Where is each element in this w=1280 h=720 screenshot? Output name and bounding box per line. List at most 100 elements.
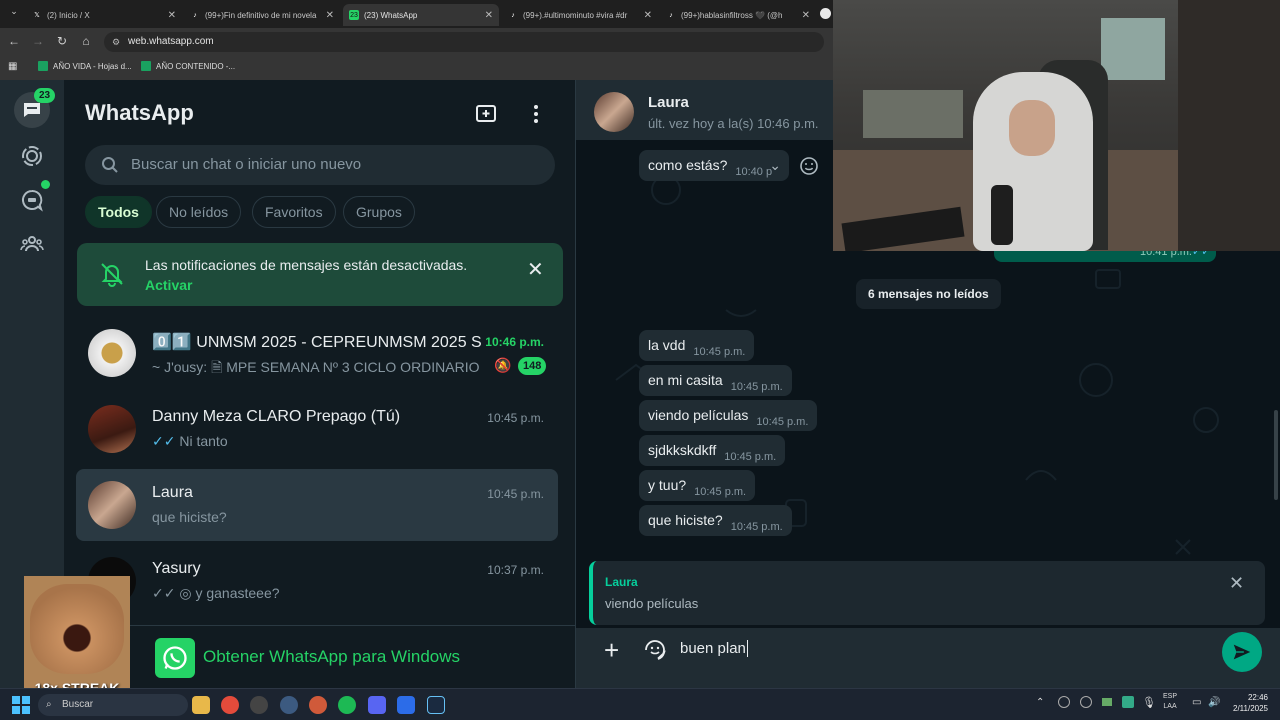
- menu-button[interactable]: [526, 102, 546, 126]
- message-bubble[interactable]: sjdkkskdkff 10:45 p.m.: [639, 435, 786, 466]
- network-icon[interactable]: ▭: [1192, 697, 1201, 708]
- x-icon: 𝕏: [34, 12, 40, 19]
- unread-count-badge: 148: [518, 357, 547, 375]
- tab-tiktok-3[interactable]: ♪ (99+)hablasinfiltross 🖤 (@h ✕: [660, 4, 816, 26]
- close-tab-icon[interactable]: ✕: [168, 10, 176, 21]
- chat-item-danny[interactable]: Danny Meza CLARO Prepago (Tú) 10:45 p.m.…: [76, 393, 558, 465]
- volume-icon[interactable]: 🔊: [1208, 697, 1220, 708]
- chevron-down-icon[interactable]: ⌄: [769, 150, 781, 181]
- reply-preview: Laura viendo películas ✕: [589, 561, 1265, 625]
- chat-time: 10:46 p.m.: [485, 335, 544, 349]
- tab-tiktok-1[interactable]: ♪ (99+)Fin definitivo de mi novela ✕: [184, 4, 340, 26]
- back-icon[interactable]: ←: [6, 34, 22, 48]
- filter-favorites[interactable]: Favoritos: [252, 196, 336, 228]
- tray-app-icon[interactable]: [1058, 696, 1070, 708]
- filter-all[interactable]: Todos: [85, 196, 152, 228]
- tray-app-icon[interactable]: [1102, 698, 1112, 706]
- kebab-menu-icon: [534, 105, 538, 123]
- search-input[interactable]: Buscar un chat o iniciar uno nuevo: [85, 145, 555, 185]
- microphone: [991, 185, 1013, 245]
- filter-groups[interactable]: Grupos: [343, 196, 415, 228]
- home-icon[interactable]: ⌂: [78, 34, 94, 48]
- chat-list-panel: WhatsApp Buscar un chat o iniciar uno nu…: [64, 80, 576, 688]
- chrome-icon[interactable]: [820, 8, 831, 19]
- chrome-profile-icon[interactable]: [280, 696, 298, 714]
- double-check-icon: ✓✓: [152, 585, 176, 601]
- react-button[interactable]: [798, 155, 820, 177]
- spotify-icon[interactable]: [338, 696, 356, 714]
- whatsapp-tab-icon: 23: [349, 10, 359, 20]
- chat-name: Danny Meza CLARO Prepago (Tú): [152, 408, 401, 425]
- bookmark-1[interactable]: AÑO VIDA - Hojas d...: [38, 61, 132, 71]
- file-explorer-icon[interactable]: [192, 696, 210, 714]
- new-chat-button[interactable]: [474, 102, 498, 126]
- bookmark-2[interactable]: AÑO CONTENIDO -...: [141, 61, 235, 71]
- url-field[interactable]: ⚙ web.whatsapp.com: [104, 32, 824, 52]
- steam-icon[interactable]: [427, 696, 445, 714]
- close-tab-icon[interactable]: ✕: [644, 10, 652, 21]
- message-input[interactable]: buen plan: [680, 640, 748, 657]
- close-tab-icon[interactable]: ✕: [326, 10, 334, 21]
- message-bubble[interactable]: la vdd 10:45 p.m.: [639, 330, 755, 361]
- tab-x[interactable]: 𝕏 (2) Inicio / X ✕: [26, 4, 182, 26]
- chat-item-yasury[interactable]: Yasury 10:37 p.m. ✓✓ ◎ y ganasteee?: [76, 545, 558, 617]
- message-bubble[interactable]: en mi casita 10:45 p.m.: [639, 365, 792, 396]
- get-app-banner[interactable]: Obtener WhatsApp para Windows: [64, 625, 575, 688]
- message-bubble[interactable]: como estás? 10:40 p ⌄: [639, 150, 789, 181]
- chat-item-laura[interactable]: Laura 10:45 p.m. que hiciste?: [76, 469, 558, 541]
- contact-name: Laura: [648, 94, 689, 111]
- contact-avatar[interactable]: [594, 92, 634, 132]
- reload-icon[interactable]: ↻: [54, 34, 70, 48]
- message-bubble[interactable]: y tuu? 10:45 p.m.: [639, 470, 756, 501]
- chat-time: 10:45 p.m.: [487, 411, 544, 425]
- enable-notifications-link[interactable]: Activar: [145, 277, 192, 293]
- chat-time: 10:45 p.m.: [487, 487, 544, 501]
- microphone-tray-icon[interactable]: 🎙: [1142, 696, 1156, 709]
- streak-overlay: 18x STREAK: [24, 576, 130, 700]
- close-banner-icon[interactable]: ✕: [527, 257, 544, 282]
- chat-preview: ✓✓ ◎ y ganasteee?: [152, 585, 280, 601]
- chat-preview: ✓✓ Ni tanto: [152, 433, 228, 449]
- app-title: WhatsApp: [85, 100, 194, 125]
- chat-item-unmsm[interactable]: 0️⃣1️⃣ UNMSM 2025 - CEPREUNMSM 2025 S...…: [76, 317, 558, 389]
- communities-nav-button[interactable]: [14, 226, 50, 262]
- sheets-icon: [38, 61, 48, 71]
- site-info-icon[interactable]: ⚙: [112, 32, 120, 52]
- forward-icon[interactable]: →: [30, 34, 46, 48]
- filter-unread[interactable]: No leídos: [156, 196, 242, 228]
- communities-icon: [20, 236, 44, 252]
- attach-plus-icon[interactable]: +: [604, 637, 619, 663]
- sheets-icon: [141, 61, 151, 71]
- discord-icon[interactable]: [368, 696, 386, 714]
- input-language[interactable]: ESP LAA: [1163, 692, 1177, 712]
- windows-taskbar: ⌕ Buscar ⌃ 🎙 ESP LAA ▭ 🔊 22:46 2/11/2025: [0, 688, 1280, 720]
- chrome-taskbar-icon[interactable]: [221, 696, 239, 714]
- sticker-button[interactable]: [643, 638, 667, 662]
- notepad-icon[interactable]: [397, 696, 415, 714]
- tiktok-icon: ♪: [193, 11, 197, 19]
- laughing-face: [30, 584, 124, 674]
- message-bubble[interactable]: que hiciste? 10:45 p.m.: [639, 505, 792, 536]
- status-nav-button[interactable]: [14, 138, 50, 174]
- close-tab-icon[interactable]: ✕: [802, 10, 810, 21]
- reply-text: viendo películas: [605, 596, 699, 611]
- apps-grid-icon[interactable]: ▦: [8, 61, 17, 72]
- scrollbar-thumb[interactable]: [1274, 410, 1278, 500]
- tab-whatsapp[interactable]: 23 (23) WhatsApp ✕: [343, 4, 499, 26]
- chrome-profile-2-icon[interactable]: [309, 696, 327, 714]
- obs-icon[interactable]: [250, 696, 268, 714]
- unread-messages-divider: 6 mensajes no leídos: [856, 279, 1001, 309]
- clock[interactable]: 22:46 2/11/2025: [1228, 692, 1268, 714]
- tray-chevron-icon[interactable]: ⌃: [1036, 697, 1044, 708]
- tray-app-icon[interactable]: [1080, 696, 1092, 708]
- unread-chats-badge: 23: [34, 88, 56, 103]
- taskbar-search[interactable]: ⌕ Buscar: [38, 694, 188, 716]
- tray-app-icon[interactable]: [1122, 696, 1134, 708]
- tab-list-button[interactable]: ⌄: [6, 6, 22, 17]
- tab-tiktok-2[interactable]: ♪ (99+).#ultimominuto #vira #dr ✕: [502, 4, 658, 26]
- message-bubble[interactable]: viendo películas 10:45 p.m.: [639, 400, 818, 431]
- send-button[interactable]: [1222, 632, 1262, 672]
- windows-start-icon[interactable]: [12, 696, 30, 714]
- close-tab-icon[interactable]: ✕: [485, 10, 493, 21]
- cancel-reply-icon[interactable]: ✕: [1229, 573, 1244, 594]
